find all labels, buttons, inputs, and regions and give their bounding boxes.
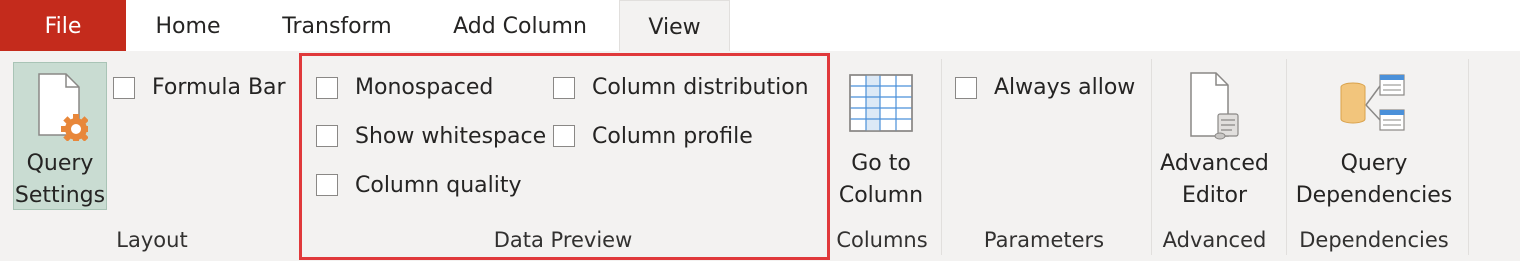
tab-home[interactable]: Home	[132, 0, 244, 51]
group-separator	[1468, 59, 1469, 255]
formula-bar-label[interactable]: Formula Bar	[152, 75, 286, 101]
query-dependencies-label-line2[interactable]: Dependencies	[1291, 180, 1457, 212]
query-dependencies-icon	[1340, 74, 1405, 131]
query-settings-label-line1: Query	[26, 151, 94, 176]
query-settings-label-line2: Settings	[14, 183, 106, 208]
group-separator	[941, 59, 942, 255]
query-settings-icon	[38, 73, 88, 141]
group-separator	[1151, 59, 1152, 255]
columns-group-label: Columns	[836, 228, 928, 252]
go-to-column-label-line1[interactable]: Go to	[836, 148, 926, 180]
layout-group-label: Layout	[116, 228, 188, 252]
go-to-column-label-line2[interactable]: Column	[836, 180, 926, 212]
dependencies-group-label: Dependencies	[1299, 228, 1449, 252]
go-to-column-icon	[849, 74, 913, 132]
data-preview-highlight-frame	[299, 53, 830, 260]
tab-file[interactable]: File	[0, 0, 126, 51]
always-allow-label[interactable]: Always allow	[994, 75, 1135, 101]
advanced-editor-label-line2[interactable]: Editor	[1157, 180, 1272, 212]
group-separator	[1286, 59, 1287, 255]
parameters-group-label: Parameters	[983, 228, 1105, 252]
tab-transform[interactable]: Transform	[268, 0, 406, 51]
advanced-editor-icon	[1190, 72, 1239, 140]
tab-view[interactable]: View	[619, 0, 730, 52]
always-allow-checkbox[interactable]	[955, 77, 977, 99]
advanced-group-label: Advanced	[1162, 228, 1267, 252]
query-settings-button[interactable]: Query Settings	[13, 62, 107, 210]
tab-add-column[interactable]: Add Column	[430, 0, 610, 51]
formula-bar-checkbox[interactable]	[113, 77, 135, 99]
query-dependencies-label-line1[interactable]: Query	[1291, 148, 1457, 180]
advanced-editor-label-line1[interactable]: Advanced	[1157, 148, 1272, 180]
ribbon-tab-bar: File Home Transform Add Column View	[0, 0, 1520, 52]
